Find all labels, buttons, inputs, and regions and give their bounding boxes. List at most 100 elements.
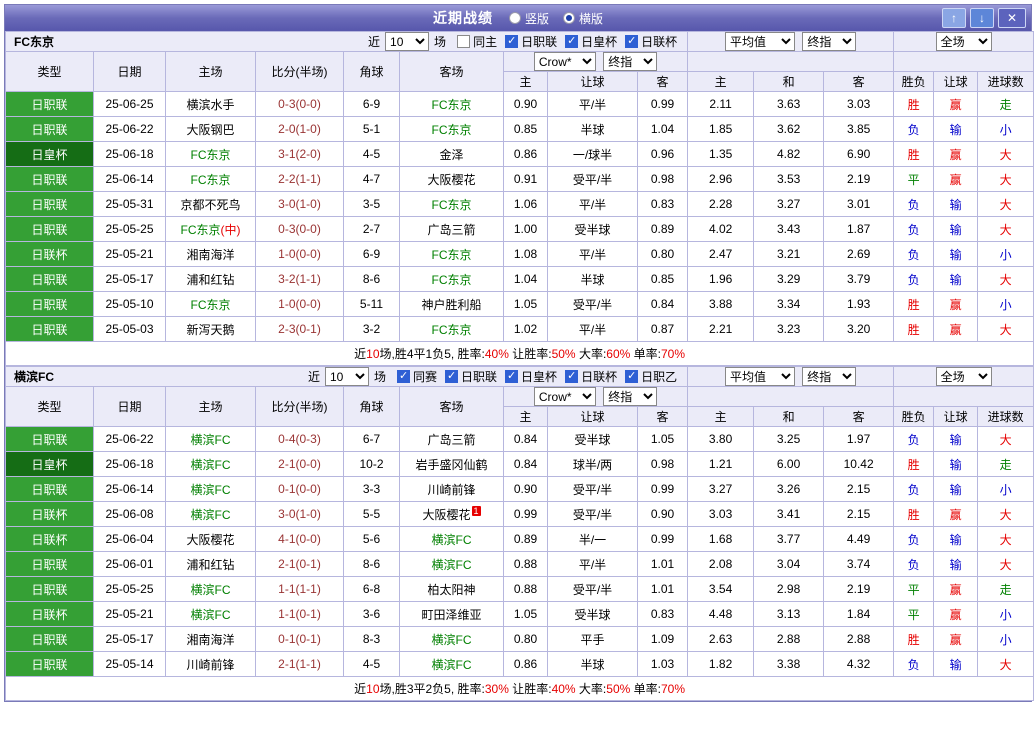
- average-type-select[interactable]: 终指: [802, 367, 857, 386]
- league-filter-checkbox[interactable]: 日职联: [445, 368, 497, 385]
- league-filter-checkbox[interactable]: 日联杯: [565, 368, 617, 385]
- layout-radio-horizontal[interactable]: 横版: [563, 10, 603, 27]
- away-team-cell: 岩手盛冈仙鹤: [399, 451, 504, 477]
- result-goals: 走: [977, 576, 1035, 602]
- avg-odds-home: 2.63: [687, 626, 755, 652]
- corner-cell: 4-7: [343, 166, 400, 192]
- summary-segment: 40%: [551, 682, 576, 696]
- neutral-ground-note: (中): [220, 222, 241, 237]
- league-filter-checkbox[interactable]: 日皇杯: [505, 368, 557, 385]
- radio-label-text: 横版: [579, 11, 604, 26]
- handicap-odds-away: 0.99: [636, 476, 689, 502]
- handicap-line: 受平/半: [547, 576, 638, 602]
- handicap-odds-away: 0.83: [636, 191, 689, 217]
- home-team-cell: 横滨水手: [165, 91, 256, 117]
- header-spacer: [687, 386, 895, 407]
- avg-odds-away: 2.19: [823, 166, 895, 192]
- avg-odds-draw: 3.21: [753, 241, 825, 267]
- odds-type-select[interactable]: 终指: [603, 387, 658, 406]
- layout-radio-vertical[interactable]: 竖版: [508, 10, 549, 27]
- result-handicap: 赢: [933, 141, 979, 167]
- match-row: 日联杯 25-06-04 大阪樱花 4-1(0-0) 5-6 横滨FC 0.89 半/一 0.9…: [5, 526, 1035, 552]
- team-text: 横滨FC: [431, 532, 472, 547]
- away-team-cell: FC东京: [399, 91, 504, 117]
- league-filter-checkbox[interactable]: 同主: [457, 33, 497, 50]
- average-odds-header: 平均值 终指: [687, 366, 895, 387]
- result-outcome: 胜: [893, 451, 935, 477]
- result-goals: 大: [977, 141, 1035, 167]
- team-text: 大阪钢巴: [186, 122, 235, 137]
- handicap-odds-home: 1.06: [503, 191, 548, 217]
- score-cell: 4-1(0-0): [255, 526, 344, 552]
- league-filter-checkbox[interactable]: 日联杯: [625, 33, 677, 50]
- scroll-down-button[interactable]: ↓: [970, 8, 994, 28]
- scope-select[interactable]: 全场: [935, 32, 992, 51]
- handicap-odds-away: 1.01: [636, 576, 689, 602]
- league-filter-checkbox[interactable]: 同赛: [397, 368, 437, 385]
- match-row: 日职联 25-05-17 浦和红钻 3-2(1-1) 8-6 FC东京 1.04 半球 0.85…: [5, 266, 1035, 292]
- subcolumn-header: 客: [823, 406, 895, 427]
- score-cell: 3-0(1-0): [255, 191, 344, 217]
- home-team-cell: 大阪钢巴: [165, 116, 256, 142]
- checkbox-icon: [625, 370, 639, 383]
- home-team-cell: 浦和红钻: [165, 551, 256, 577]
- summary-segment: 70%: [660, 347, 686, 361]
- corner-cell: 6-9: [343, 91, 400, 117]
- avg-odds-draw: 3.63: [753, 91, 825, 117]
- page-title: 近期战绩: [432, 10, 493, 26]
- date-cell: 25-05-17: [93, 266, 166, 292]
- games-count-select[interactable]: 10: [385, 32, 430, 51]
- score-cell: 0-4(0-3): [255, 426, 344, 452]
- home-team-cell: 横滨FC: [165, 601, 256, 627]
- handicap-line: 受平/半: [547, 476, 638, 502]
- avg-odds-away: 1.97: [823, 426, 895, 452]
- team-text: 横滨FC: [190, 607, 231, 622]
- avg-odds-away: 2.15: [823, 476, 895, 502]
- league-filter-checkbox[interactable]: 日职乙: [625, 368, 677, 385]
- handicap-line: 平/半: [547, 241, 638, 267]
- handicap-line: 平/半: [547, 91, 638, 117]
- home-team-cell: 浦和红钻: [165, 266, 256, 292]
- result-handicap: 输: [933, 426, 979, 452]
- match-row: 日职联 25-05-25 横滨FC 1-1(1-1) 6-8 柏太阳神 0.88 受平/半 1.…: [5, 576, 1035, 602]
- corner-cell: 6-9: [343, 241, 400, 267]
- summary-segment: 50%: [606, 682, 631, 696]
- odds-source-select[interactable]: Crow*: [533, 387, 596, 406]
- league-type-cell: 日联杯: [5, 526, 94, 552]
- scope-select[interactable]: 全场: [935, 367, 992, 386]
- team-text: 柏太阳神: [427, 582, 476, 597]
- team-text: 横滨FC: [431, 632, 472, 647]
- away-team-cell: FC东京: [399, 116, 504, 142]
- odds-type-select[interactable]: 终指: [603, 52, 658, 71]
- date-cell: 25-05-03: [93, 316, 166, 342]
- handicap-odds-home: 1.05: [503, 601, 548, 627]
- score-cell: 2-1(1-1): [255, 651, 344, 677]
- team-text: 横滨FC: [190, 482, 231, 497]
- scroll-up-button[interactable]: ↑: [942, 8, 966, 28]
- average-type-select[interactable]: 终指: [802, 32, 857, 51]
- avg-odds-home: 2.11: [687, 91, 755, 117]
- league-filter-checkbox[interactable]: 日皇杯: [565, 33, 617, 50]
- home-team-cell: 横滨FC: [165, 476, 256, 502]
- home-team-cell: FC东京(中): [165, 216, 256, 242]
- result-outcome: 负: [893, 191, 935, 217]
- result-outcome: 平: [893, 601, 935, 627]
- score-cell: 0-1(0-0): [255, 476, 344, 502]
- league-filter-checkbox[interactable]: 日职联: [505, 33, 557, 50]
- summary-segment: 近: [354, 682, 367, 696]
- subcolumn-header: 主: [687, 71, 755, 92]
- result-handicap: 赢: [933, 576, 979, 602]
- team-text: 金泽: [439, 147, 464, 162]
- team-text: 浦和红钻: [186, 272, 235, 287]
- summary-segment: 单率:: [630, 682, 661, 696]
- handicap-odds-away: 0.98: [636, 166, 689, 192]
- average-source-select[interactable]: 平均值: [724, 367, 795, 386]
- close-button[interactable]: ✕: [998, 8, 1026, 28]
- odds-source-select[interactable]: Crow*: [533, 52, 596, 71]
- average-source-select[interactable]: 平均值: [724, 32, 795, 51]
- result-outcome: 负: [893, 266, 935, 292]
- games-count-select[interactable]: 10: [325, 367, 369, 386]
- team-name: 横滨FC: [14, 370, 54, 384]
- score-cell: 2-0(1-0): [255, 116, 344, 142]
- subcolumn-header: 主: [503, 406, 548, 427]
